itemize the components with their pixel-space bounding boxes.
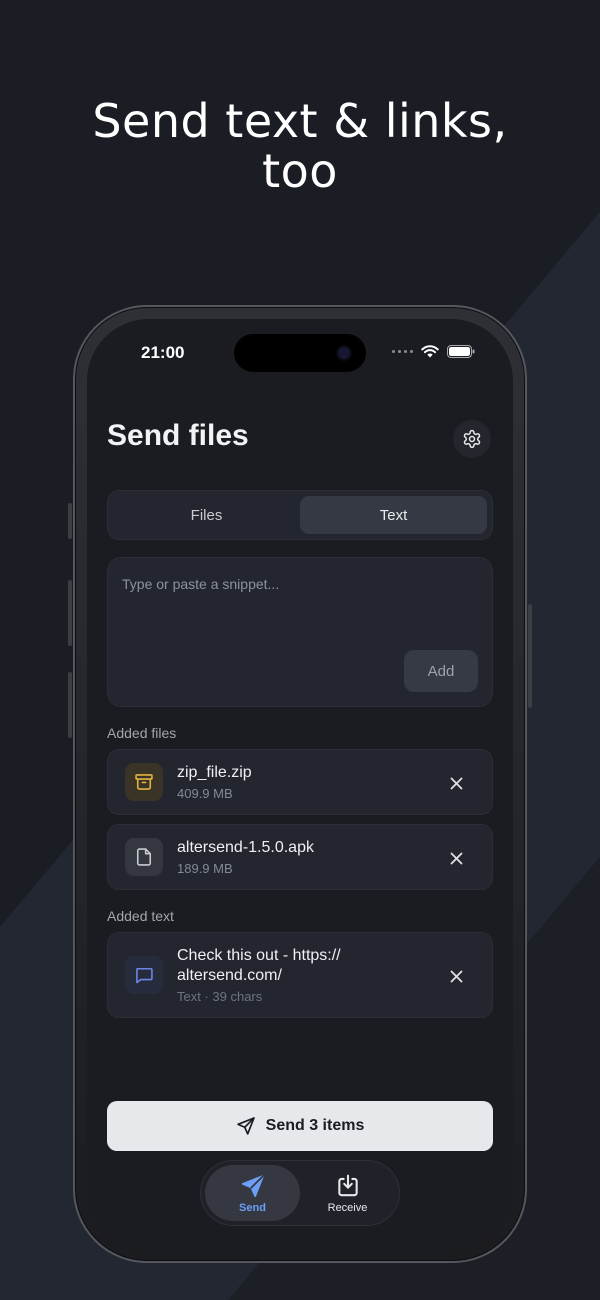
power-button (528, 604, 532, 708)
file-size: 189.9 MB (177, 861, 233, 876)
file-card-zip: zip_file.zip 409.9 MB (107, 749, 493, 815)
archive-icon (125, 763, 163, 801)
send-icon (241, 1174, 264, 1197)
tab-send-label: Send (239, 1201, 266, 1214)
text-meta: Text · 39 chars (177, 989, 263, 1004)
close-icon (450, 777, 462, 789)
dynamic-island (234, 334, 366, 372)
remove-file-button[interactable] (446, 773, 466, 793)
send-icon (236, 1117, 255, 1135)
file-name: zip_file.zip (177, 764, 252, 781)
message-icon (125, 956, 163, 994)
status-icons (392, 345, 475, 358)
file-size: 409.9 MB (177, 786, 233, 801)
volume-down-button (68, 672, 72, 738)
text-line-2: altersend.com/ (177, 967, 282, 984)
wifi-icon (421, 345, 439, 358)
page-title: Send files (107, 419, 249, 452)
added-files-heading: Added files (107, 725, 177, 741)
added-text-heading: Added text (107, 908, 174, 924)
remove-file-button[interactable] (446, 848, 466, 868)
signal-dots-icon (392, 350, 413, 353)
mode-segmented-control: Files Text (107, 490, 493, 540)
file-icon (125, 838, 163, 876)
tab-receive-label: Receive (327, 1201, 368, 1214)
close-icon (450, 970, 462, 982)
close-icon (450, 852, 462, 864)
volume-up-button (68, 580, 72, 646)
text-card: Check this out - https:// altersend.com/… (107, 932, 493, 1018)
send-button-label: Send 3 items (265, 1117, 365, 1134)
marketing-headline: Send text & links, too (0, 96, 600, 196)
tab-files[interactable]: Files (113, 496, 300, 534)
silent-switch (68, 503, 72, 539)
gear-icon (463, 429, 481, 449)
tab-receive[interactable]: Receive (300, 1165, 395, 1221)
remove-text-button[interactable] (446, 966, 466, 986)
battery-icon (447, 345, 475, 358)
settings-button[interactable] (453, 420, 491, 458)
phone-screen: 21:00 Send files Files Text Type or past… (87, 319, 513, 1249)
snippet-placeholder: Type or paste a snippet... (122, 576, 280, 592)
headline-line-2: too (262, 144, 338, 198)
text-line-1: Check this out - https:// (177, 947, 341, 964)
file-name: altersend-1.5.0.apk (177, 839, 314, 856)
status-time: 21:00 (141, 343, 185, 362)
send-items-button[interactable]: Send 3 items (107, 1101, 493, 1151)
add-snippet-button[interactable]: Add (404, 650, 478, 692)
tab-text[interactable]: Text (300, 496, 487, 534)
headline-line-1: Send text & links, (92, 94, 508, 148)
tab-send[interactable]: Send (205, 1165, 300, 1221)
file-card-apk: altersend-1.5.0.apk 189.9 MB (107, 824, 493, 890)
snippet-input[interactable]: Type or paste a snippet... Add (107, 557, 493, 707)
camera-icon (338, 347, 350, 359)
download-icon (337, 1174, 358, 1196)
bottom-tab-bar: Send Receive (200, 1160, 400, 1226)
